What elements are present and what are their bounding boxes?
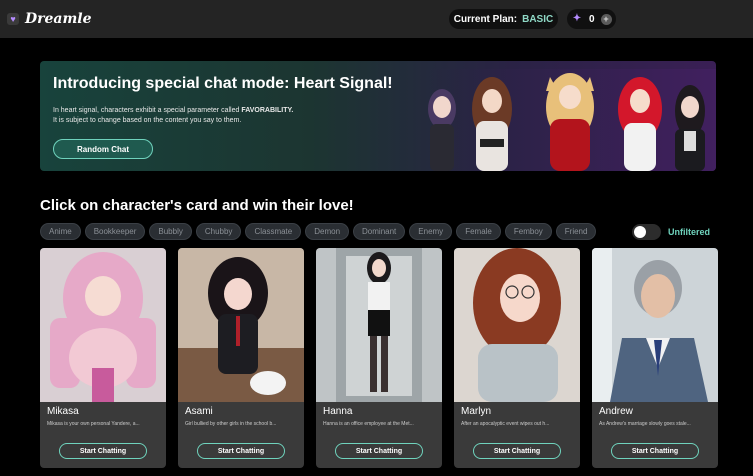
credits-badge[interactable]: ✦ 0 + [567, 9, 616, 29]
banner-desc-line2: It is subject to change based on the con… [53, 117, 242, 124]
character-image [316, 248, 442, 402]
character-description: Mikasa is your own personal Yandere, a..… [47, 421, 140, 427]
tag-classmate[interactable]: Classmate [245, 223, 302, 240]
character-card-asami[interactable]: Asami Girl bullied by other girls in the… [178, 248, 304, 468]
start-chatting-button[interactable]: Start Chatting [59, 443, 147, 459]
tag-demon[interactable]: Demon [305, 223, 350, 240]
plus-icon[interactable]: + [600, 13, 612, 25]
character-name: Asami [185, 406, 213, 417]
logo-heart-icon: ♥ [7, 13, 19, 25]
tag-dominant[interactable]: Dominant [353, 223, 406, 240]
app-name: Dreamle [25, 11, 92, 27]
start-chatting-button[interactable]: Start Chatting [335, 443, 423, 459]
tag-friend[interactable]: Friend [555, 223, 597, 240]
character-description: Girl bullied by other girls in the schoo… [185, 421, 277, 427]
character-image [454, 248, 580, 402]
tag-anime[interactable]: Anime [40, 223, 81, 240]
character-description: After an apocalyptic event wipes out h..… [461, 421, 550, 427]
character-image [40, 248, 166, 402]
character-description: As Andrew's marriage slowly goes stale..… [599, 421, 691, 427]
current-plan-badge[interactable]: Current Plan: BASIC [449, 9, 558, 29]
tag-bubbly[interactable]: Bubbly [149, 223, 192, 240]
start-chatting-button[interactable]: Start Chatting [611, 443, 699, 459]
start-chatting-button[interactable]: Start Chatting [197, 443, 285, 459]
character-name: Marlyn [461, 406, 492, 417]
toggle-knob [634, 226, 646, 238]
tag-enemy[interactable]: Enemy [409, 223, 453, 240]
character-image [178, 248, 304, 402]
tag-femboy[interactable]: Femboy [504, 223, 552, 240]
credits-count: 0 [589, 13, 595, 25]
character-card-mikasa[interactable]: Mikasa Mikasa is your own personal Yande… [40, 248, 166, 468]
banner-description: In heart signal, characters exhibit a sp… [53, 106, 353, 126]
banner-characters-image [420, 69, 716, 171]
character-description: Hanna is an office employee at the Met..… [323, 421, 414, 427]
character-card-andrew[interactable]: Andrew As Andrew's marriage slowly goes … [592, 248, 718, 468]
character-name: Mikasa [47, 406, 79, 417]
tag-filter-list: Anime Bookkeeper Bubbly Chubby Classmate… [40, 223, 597, 241]
logo[interactable]: ♥ Dreamle [7, 11, 92, 27]
character-image [592, 248, 718, 402]
banner-desc-line1: In heart signal, characters exhibit a sp… [53, 107, 242, 114]
section-title: Click on character's card and win their … [40, 197, 354, 214]
unfiltered-toggle[interactable] [632, 224, 661, 240]
unfiltered-label: Unfiltered [668, 227, 711, 237]
banner-desc-bold: FAVORABILITY. [241, 107, 294, 114]
character-card-marlyn[interactable]: Marlyn After an apocalyptic event wipes … [454, 248, 580, 468]
character-name: Andrew [599, 406, 633, 417]
top-bar: ♥ Dreamle Current Plan: BASIC ✦ 0 + [0, 0, 753, 38]
character-card-list: Mikasa Mikasa is your own personal Yande… [40, 248, 718, 468]
tag-chubby[interactable]: Chubby [195, 223, 242, 240]
tag-bookkeeper[interactable]: Bookkeeper [84, 223, 146, 240]
character-card-hanna[interactable]: Hanna Hanna is an office employee at the… [316, 248, 442, 468]
plan-label: Current Plan: [453, 13, 518, 25]
heart-signal-banner: Introducing special chat mode: Heart Sig… [40, 61, 716, 171]
start-chatting-button[interactable]: Start Chatting [473, 443, 561, 459]
crystal-icon: ✦ [572, 13, 582, 24]
tag-female[interactable]: Female [456, 223, 501, 240]
plan-value: BASIC [522, 13, 554, 25]
random-chat-button[interactable]: Random Chat [53, 139, 153, 159]
character-name: Hanna [323, 406, 353, 417]
banner-title: Introducing special chat mode: Heart Sig… [53, 75, 393, 92]
